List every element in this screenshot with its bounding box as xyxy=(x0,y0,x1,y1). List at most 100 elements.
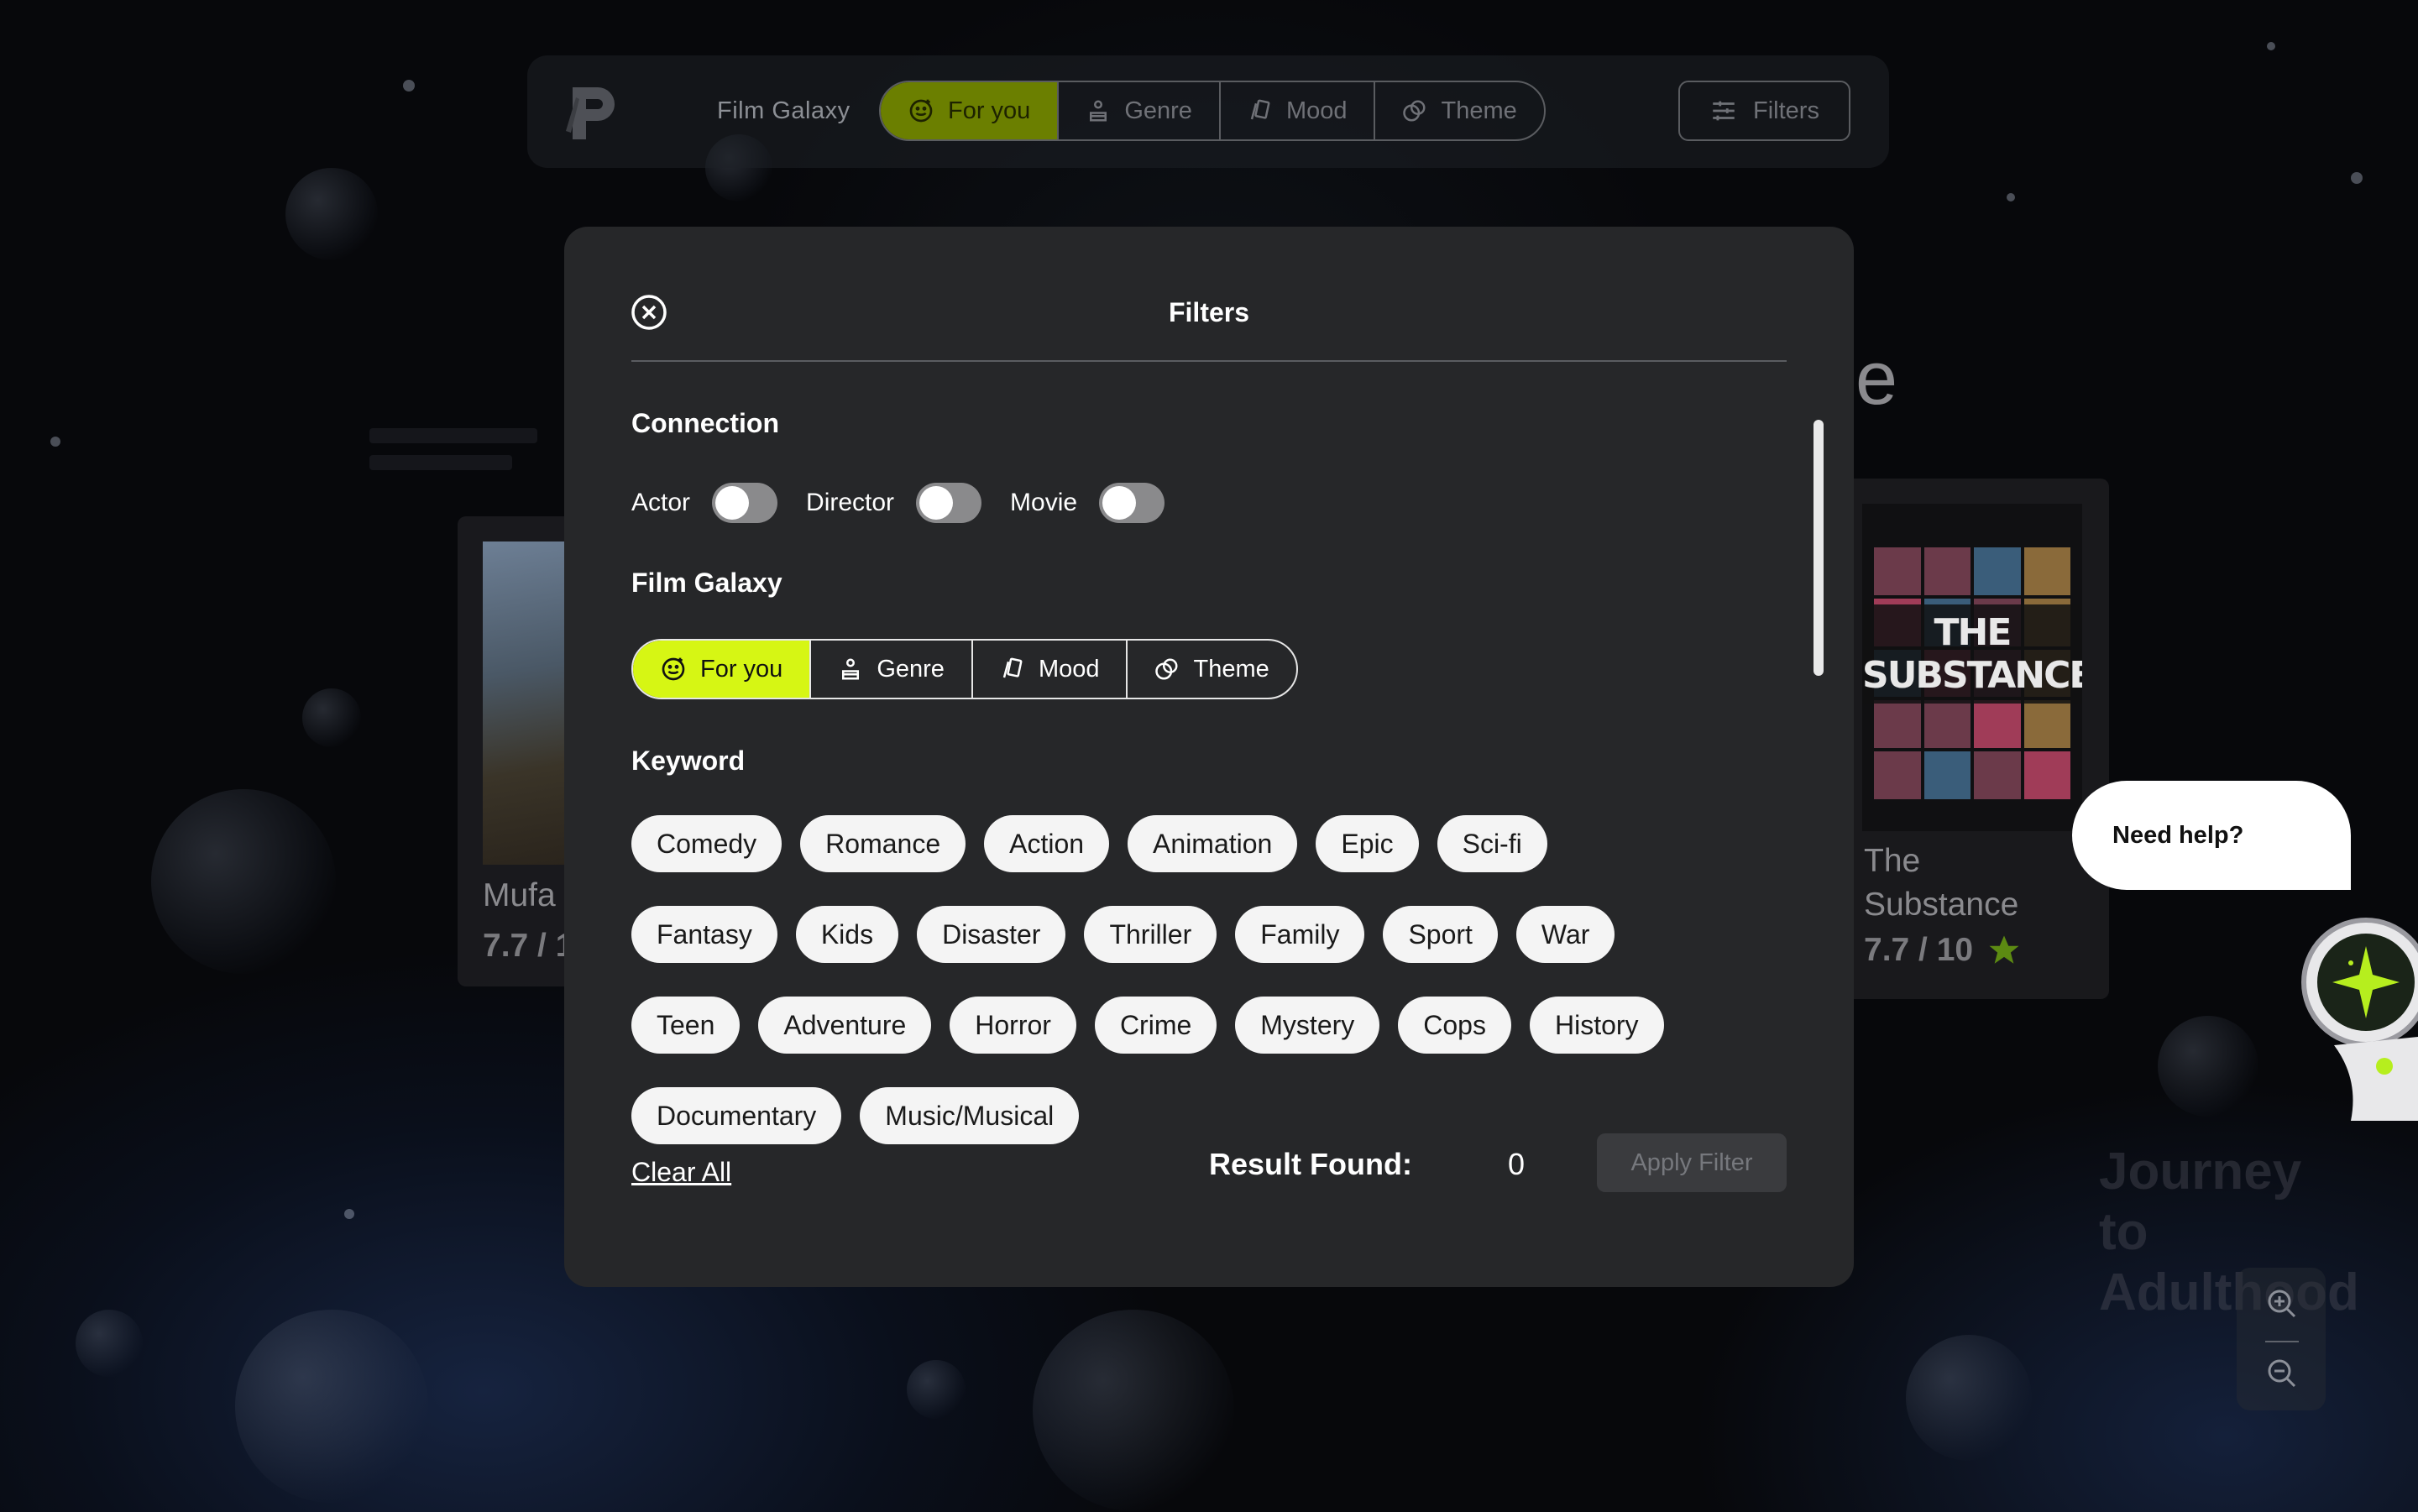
keyword-chip[interactable]: Fantasy xyxy=(631,906,777,963)
zoom-in-icon[interactable] xyxy=(2265,1287,2299,1321)
result-count: 0 xyxy=(1508,1147,1526,1181)
keyword-chip[interactable]: Disaster xyxy=(917,906,1066,963)
keyword-chip[interactable]: Mystery xyxy=(1235,997,1380,1054)
filters-button[interactable]: Filters xyxy=(1678,81,1850,141)
app-logo[interactable] xyxy=(564,81,626,143)
movie-poster-right: THE SUBSTANCE xyxy=(1862,504,2082,831)
movie-title-right: The Substance xyxy=(1864,843,2019,923)
tab-label: Theme xyxy=(1441,97,1517,124)
bg-bubble xyxy=(302,688,361,747)
keyword-chip[interactable]: Romance xyxy=(800,815,966,872)
bg-star xyxy=(2007,193,2015,201)
tab-label: For you xyxy=(948,97,1031,124)
tab-for-you[interactable]: For you xyxy=(881,82,1060,139)
theme-icon xyxy=(1155,658,1178,680)
keyword-heading: Keyword xyxy=(631,746,746,776)
smile-icon xyxy=(662,657,685,681)
tab-label: Genre xyxy=(877,655,945,683)
bg-star xyxy=(50,437,60,447)
keyword-chip[interactable]: Action xyxy=(984,815,1110,872)
tab-mood[interactable]: Mood xyxy=(973,641,1128,698)
movie-poster-left xyxy=(483,541,575,865)
apply-filter-button[interactable]: Apply Filter xyxy=(1597,1133,1787,1192)
keyword-chip[interactable]: Thriller xyxy=(1084,906,1217,963)
keyword-chip[interactable]: Documentary xyxy=(631,1087,842,1144)
movie-rating-left: 7.7 / 1 xyxy=(483,928,574,964)
bg-bubble xyxy=(235,1310,428,1503)
movie-toggle[interactable] xyxy=(1099,483,1165,523)
keyword-chip[interactable]: Sci-fi xyxy=(1437,815,1547,872)
toggle-label-movie: Movie xyxy=(1010,489,1078,516)
tab-mood[interactable]: Mood xyxy=(1221,82,1376,139)
person-icon xyxy=(1090,100,1107,122)
modal-title: Filters xyxy=(1168,297,1250,327)
bg-bubble xyxy=(907,1360,966,1419)
keyword-chip[interactable]: Epic xyxy=(1316,815,1419,872)
movie-rating-right: 7.7 / 10 xyxy=(1864,932,2022,969)
bg-star xyxy=(2351,172,2363,184)
tab-label: Mood xyxy=(1285,97,1348,124)
bg-bubble xyxy=(285,168,378,260)
toggle-knob xyxy=(919,486,954,520)
help-bubble[interactable]: Need help? xyxy=(2072,781,2351,890)
sliders-icon xyxy=(1713,101,1735,121)
keyword-chip[interactable]: Music/Musical xyxy=(860,1087,1080,1144)
star-icon xyxy=(1989,935,2019,964)
toggle-knob xyxy=(715,486,750,520)
film-galaxy-tabs: For you Genre Mood Theme xyxy=(631,639,1298,699)
keyword-chip[interactable]: Horror xyxy=(950,997,1076,1054)
toggle-label-actor: Actor xyxy=(631,489,691,516)
cards-icon xyxy=(1002,657,1023,678)
clear-all-link[interactable]: Clear All xyxy=(631,1157,731,1188)
connection-heading: Connection xyxy=(631,408,779,438)
bg-bubble xyxy=(1033,1310,1234,1511)
keyword-chip[interactable]: Crime xyxy=(1094,997,1217,1054)
rating-value: 7.7 / 10 xyxy=(1864,932,1974,968)
film-galaxy-heading: Film Galaxy xyxy=(631,568,782,598)
zoom-divider xyxy=(2265,1341,2299,1342)
keyword-chip[interactable]: Family xyxy=(1235,906,1365,963)
keyword-chip[interactable]: Adventure xyxy=(758,997,932,1054)
director-toggle[interactable] xyxy=(916,483,982,523)
tab-theme[interactable]: Theme xyxy=(1375,82,1543,139)
keyword-chip[interactable]: Teen xyxy=(631,997,741,1054)
keyword-chip[interactable]: Cops xyxy=(1398,997,1511,1054)
actor-toggle[interactable] xyxy=(712,483,778,523)
bg-star xyxy=(344,1209,354,1219)
result-label: Result Found: xyxy=(1209,1147,1412,1181)
keyword-chip[interactable]: History xyxy=(1529,997,1664,1054)
theme-icon xyxy=(1403,100,1426,122)
tab-genre[interactable]: Genre xyxy=(1059,82,1221,139)
keyword-chip[interactable]: Sport xyxy=(1383,906,1498,963)
top-mode-tabs: For you Genre Mood Theme xyxy=(879,81,1546,141)
movie-title-left: Mufa xyxy=(483,877,556,913)
keyword-chips: Comedy Romance Action Animation Epic Sci… xyxy=(631,815,1748,1144)
poster-title: THE SUBSTANCE xyxy=(1862,604,2082,704)
bg-bubble xyxy=(151,789,336,974)
bg-bubble xyxy=(2158,1016,2258,1117)
person-icon xyxy=(842,658,860,680)
filters-label: Filters xyxy=(1753,97,1819,124)
bg-bubble xyxy=(1906,1335,2032,1461)
tab-label: For you xyxy=(700,655,783,683)
tab-theme[interactable]: Theme xyxy=(1128,641,1295,698)
tab-label: Theme xyxy=(1193,655,1269,683)
cards-icon xyxy=(1250,99,1270,120)
tab-genre[interactable]: Genre xyxy=(811,641,973,698)
tab-for-you[interactable]: For you xyxy=(633,641,812,698)
zoom-out-icon[interactable] xyxy=(2265,1357,2299,1390)
keyword-chip[interactable]: Comedy xyxy=(631,815,782,872)
bg-heading-fragment: e xyxy=(1855,337,1898,421)
keyword-chip[interactable]: Animation xyxy=(1128,815,1298,872)
modal-scrollbar[interactable] xyxy=(1814,420,1824,676)
connection-toggles: Actor Director Movie xyxy=(631,482,1193,524)
keyword-chip[interactable]: Kids xyxy=(795,906,899,963)
tab-label: Mood xyxy=(1038,655,1100,683)
bg-star xyxy=(403,80,415,92)
bg-bubble xyxy=(76,1310,143,1377)
toggle-label-director: Director xyxy=(806,489,895,516)
assistant-mascot-icon[interactable] xyxy=(2300,911,2418,1121)
keyword-chip[interactable]: War xyxy=(1515,906,1615,963)
bg-faint-caption xyxy=(369,428,554,495)
toggle-knob xyxy=(1102,486,1137,520)
